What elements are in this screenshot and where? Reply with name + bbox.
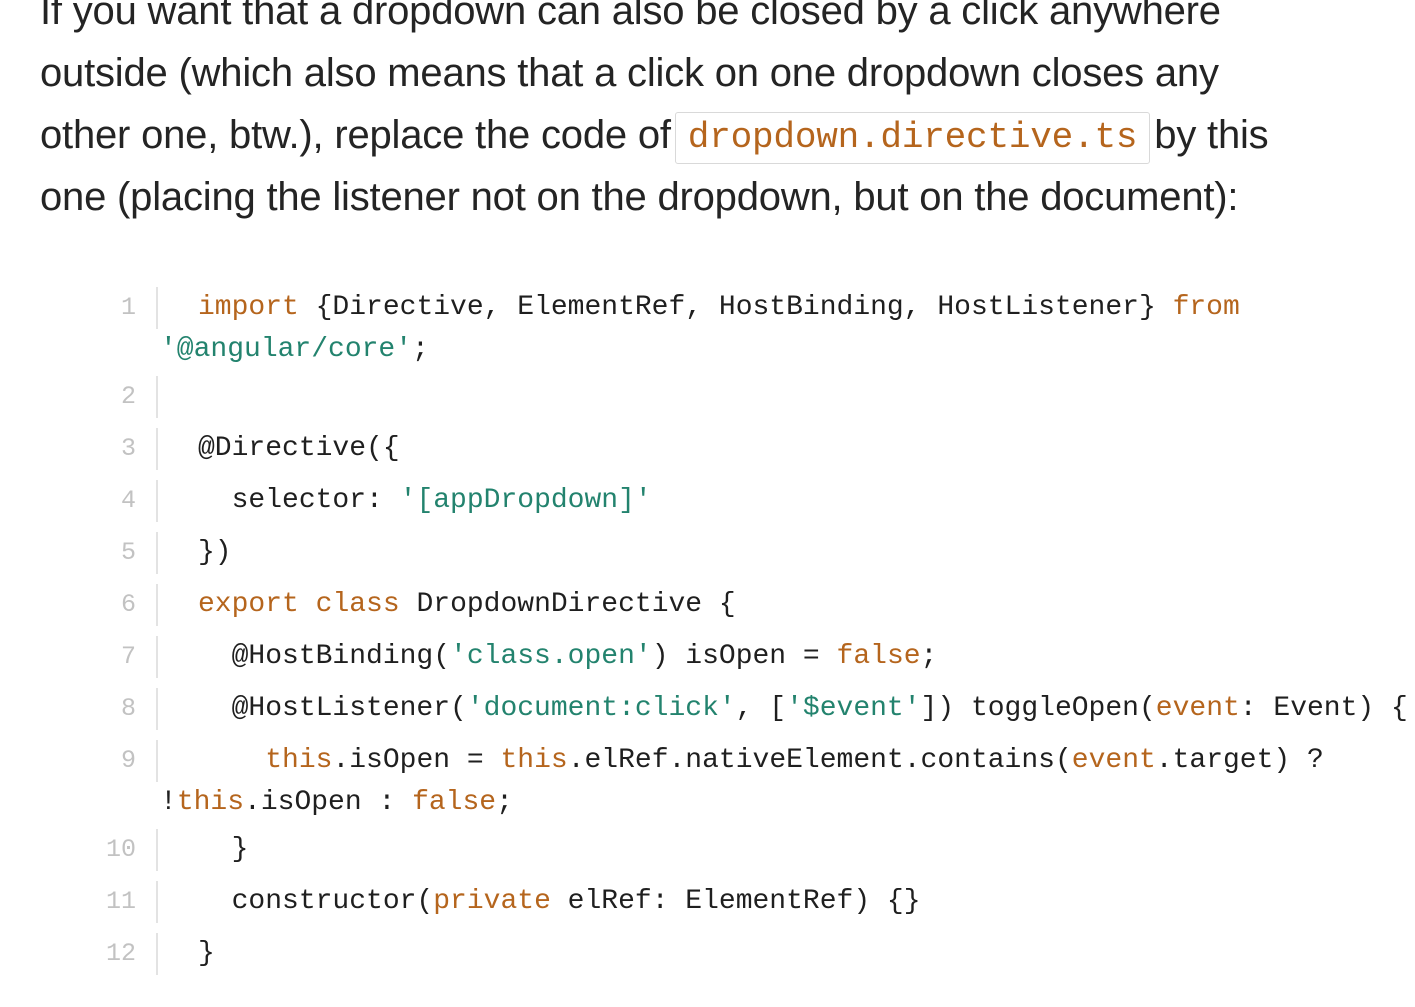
code-token: constructor( bbox=[198, 886, 434, 917]
keyword-token: event bbox=[1071, 745, 1156, 776]
code-token: ; bbox=[920, 641, 938, 672]
code-token: , [ bbox=[735, 693, 787, 724]
code-text: @Directive({ bbox=[198, 433, 400, 464]
keyword-token: false bbox=[836, 641, 921, 672]
code-token: ; bbox=[496, 787, 513, 818]
code-token: @HostBinding( bbox=[198, 641, 451, 672]
line-number: 3 bbox=[120, 434, 136, 463]
line-number: 1 bbox=[120, 293, 136, 322]
keyword-token: import bbox=[198, 292, 299, 323]
code-text: }) bbox=[198, 537, 232, 568]
code-token: : Event) { bbox=[1239, 693, 1408, 724]
string-token: '@angular/core' bbox=[160, 334, 413, 365]
article-paragraph: If you want that a dropdown can also be … bbox=[40, 0, 1415, 228]
code-text: } bbox=[198, 834, 249, 865]
line-number: 4 bbox=[120, 486, 136, 515]
code-line: 7 @HostBinding('class.open') isOpen = fa… bbox=[88, 631, 1415, 683]
code-token: DropdownDirective { bbox=[399, 589, 736, 620]
line-number: 8 bbox=[120, 694, 136, 723]
keyword-token: this bbox=[500, 745, 568, 776]
string-token: '[appDropdown]' bbox=[399, 485, 652, 516]
code-line: 10 } bbox=[88, 824, 1415, 876]
paragraph-line-4: one (placing the listener not on the dro… bbox=[40, 175, 1239, 219]
code-line: 11 constructor(private elRef: ElementRef… bbox=[88, 876, 1415, 928]
string-token: 'class.open' bbox=[450, 641, 652, 672]
keyword-token: class bbox=[315, 589, 400, 620]
code-line: 2 bbox=[88, 371, 1415, 423]
code-text: } bbox=[198, 938, 215, 969]
code-text: export class DropdownDirective { bbox=[158, 579, 736, 631]
code-text: @HostBinding('class.open') isOpen = fals… bbox=[158, 631, 938, 683]
code-token: ]) toggleOpen( bbox=[920, 693, 1156, 724]
code-line: 1 import {Directive, ElementRef, HostBin… bbox=[88, 282, 1415, 371]
code-token: .isOpen = bbox=[332, 745, 501, 776]
keyword-token: private bbox=[433, 886, 551, 917]
inline-code-filename: dropdown.directive.ts bbox=[674, 112, 1151, 164]
keyword-token: from bbox=[1172, 292, 1240, 323]
paragraph-line-2: outside (which also means that a click o… bbox=[40, 51, 1219, 95]
code-text: selector: '[appDropdown]' bbox=[158, 475, 652, 527]
code-token: ! bbox=[160, 787, 177, 818]
wrapped-continuation: '@angular/core'; bbox=[160, 329, 1240, 371]
keyword-token: export bbox=[198, 589, 299, 620]
code-token: @HostListener( bbox=[198, 693, 467, 724]
code-block: 1 import {Directive, ElementRef, HostBin… bbox=[88, 282, 1415, 980]
keyword-token: this bbox=[176, 787, 245, 818]
string-token: '$event' bbox=[786, 693, 921, 724]
code-token: elRef: ElementRef) {} bbox=[550, 886, 921, 917]
code-line: 3 @Directive({ bbox=[88, 423, 1415, 475]
paragraph-text: by this bbox=[1154, 113, 1269, 157]
line-number: 7 bbox=[120, 642, 136, 671]
code-line: 8 @HostListener('document:click', ['$eve… bbox=[88, 683, 1415, 735]
code-token: .isOpen : bbox=[244, 787, 413, 818]
line-number: 11 bbox=[105, 887, 136, 916]
string-token: 'document:click' bbox=[466, 693, 736, 724]
line-number: 5 bbox=[120, 538, 136, 567]
line-number: 2 bbox=[120, 382, 136, 411]
code-token: {Directive, ElementRef, HostBinding, Hos… bbox=[298, 292, 1173, 323]
code-token: ; bbox=[412, 334, 429, 365]
code-line: 9 this.isOpen = this.elRef.nativeElement… bbox=[88, 735, 1415, 824]
code-line: 4 selector: '[appDropdown]' bbox=[88, 475, 1415, 527]
code-line: 6 export class DropdownDirective { bbox=[88, 579, 1415, 631]
code-token: ) isOpen = bbox=[651, 641, 837, 672]
paragraph-line-3: other one, btw.), replace the code of dro… bbox=[40, 104, 1415, 166]
code-text: constructor(private elRef: ElementRef) {… bbox=[158, 876, 921, 928]
keyword-token: this bbox=[265, 745, 333, 776]
line-number: 10 bbox=[105, 835, 136, 864]
code-token: .target) ? bbox=[1155, 745, 1324, 776]
wrapped-continuation: !this.isOpen : false; bbox=[160, 782, 1324, 824]
keyword-token: event bbox=[1155, 693, 1240, 724]
keyword-token: false bbox=[412, 787, 497, 818]
code-text: import {Directive, ElementRef, HostBindi… bbox=[158, 282, 1240, 371]
code-token: selector: bbox=[198, 485, 400, 516]
line-number: 6 bbox=[120, 590, 136, 619]
code-line: 12 } bbox=[88, 928, 1415, 980]
code-text: @HostListener('document:click', ['$event… bbox=[158, 683, 1408, 735]
code-line: 5 }) bbox=[88, 527, 1415, 579]
line-number: 12 bbox=[105, 939, 136, 968]
paragraph-line-1: If you want that a dropdown can also be … bbox=[40, 0, 1221, 33]
code-text: this.isOpen = this.elRef.nativeElement.c… bbox=[158, 735, 1324, 824]
paragraph-text: other one, btw.), replace the code of bbox=[40, 113, 671, 157]
line-number: 9 bbox=[120, 746, 136, 775]
code-token: .elRef.nativeElement.contains( bbox=[567, 745, 1072, 776]
